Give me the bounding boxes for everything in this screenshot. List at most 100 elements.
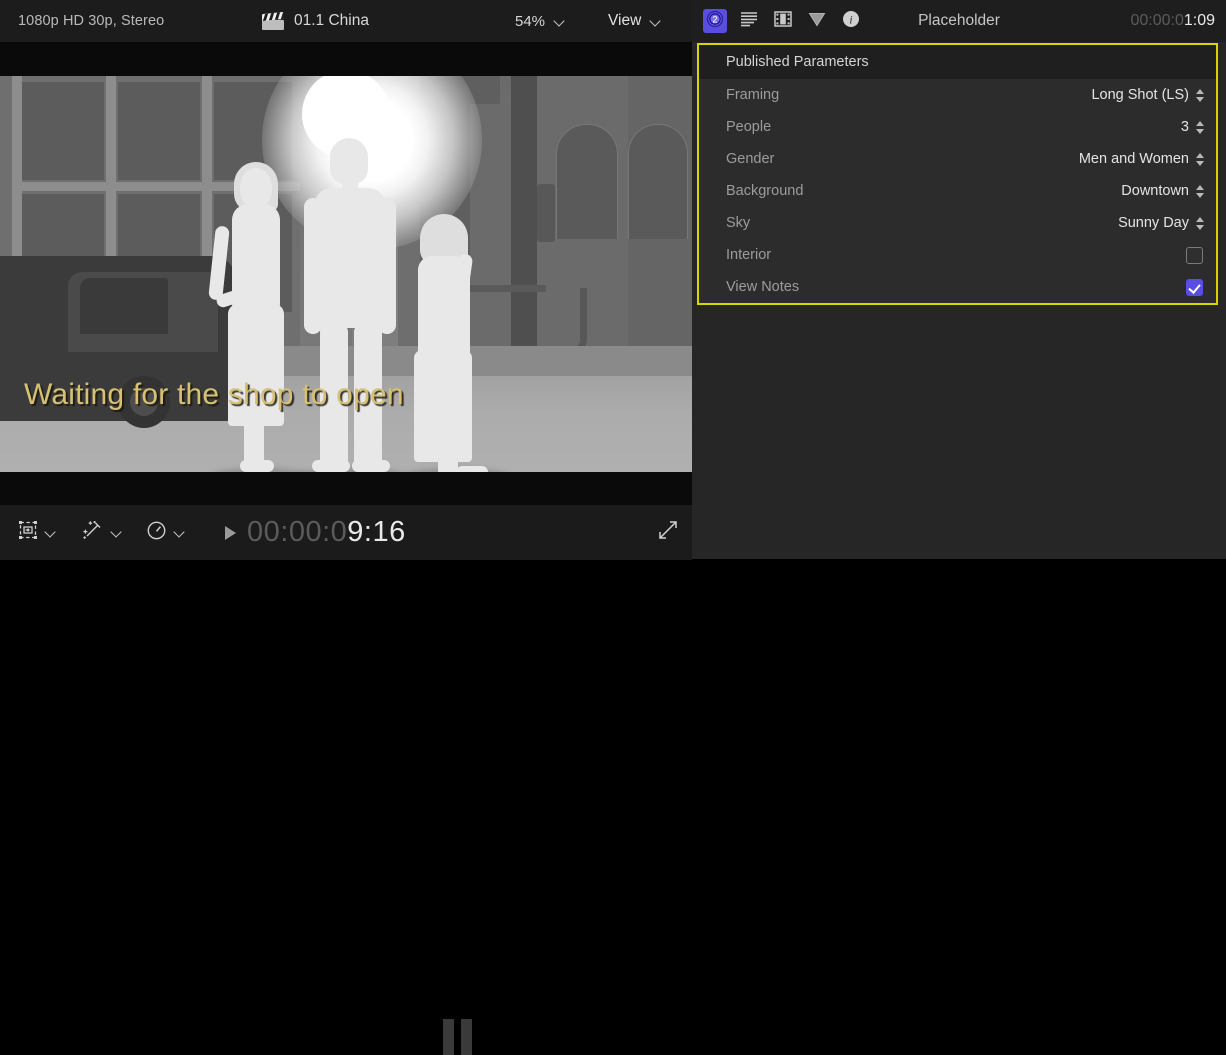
param-value: Men and Women [1079, 151, 1189, 167]
param-label: Background [726, 183, 803, 199]
person-2-arm-right [378, 198, 396, 334]
param-row-view-notes[interactable]: View Notes [699, 271, 1216, 303]
chevron-down-icon [650, 16, 661, 27]
clip-name-group: 01.1 China [262, 0, 369, 42]
chevron-down-icon[interactable] [45, 527, 56, 538]
pause-bars-icon[interactable] [443, 1019, 473, 1055]
play-triangle-icon [225, 526, 236, 540]
tab-info[interactable]: i [839, 9, 863, 33]
param-label: Sky [726, 215, 750, 231]
transform-tool-button[interactable] [18, 505, 56, 560]
inspector-toolbar: 2 [692, 0, 1226, 42]
text-lines-icon [739, 10, 759, 33]
param-value: 3 [1181, 119, 1189, 135]
tab-video[interactable] [771, 9, 795, 33]
param-label: Framing [726, 87, 779, 103]
person-1-face [240, 168, 272, 208]
tab-generator[interactable]: 2 [703, 9, 727, 33]
pole-signal-box [537, 184, 555, 242]
person-2-foot-right [352, 460, 390, 472]
zoom-level-label: 54% [515, 13, 545, 30]
person-2-torso [314, 188, 386, 328]
enhance-tool-button[interactable] [82, 505, 122, 560]
param-row-framing[interactable]: Framing Long Shot (LS) [699, 79, 1216, 111]
tab-color[interactable] [805, 9, 829, 33]
param-popup-people[interactable]: 3 [1181, 119, 1205, 135]
person-2-foot-left [312, 460, 350, 472]
svg-text:i: i [849, 14, 852, 26]
view-notes-checkbox[interactable] [1186, 279, 1203, 296]
speedometer-icon [146, 520, 167, 546]
section-header: Published Parameters [699, 45, 1216, 79]
param-popup-sky[interactable]: Sunny Day [1118, 215, 1205, 231]
color-triangle-icon [807, 9, 827, 34]
view-menu-button[interactable]: View [608, 0, 661, 42]
chevron-down-icon[interactable] [174, 527, 185, 538]
person-2-arm-left [304, 198, 322, 334]
stepper-arrows-icon[interactable] [1196, 120, 1205, 135]
param-label: View Notes [726, 279, 799, 295]
viewer-window: 1080p HD 30p, Stereo 01.1 China 54% View [0, 0, 1226, 559]
zoom-level-menu[interactable]: 54% [515, 0, 565, 42]
generator-badge-icon: 2 [705, 9, 725, 34]
video-frame[interactable]: Waiting for the shop to open [0, 76, 692, 472]
stepper-arrows-icon[interactable] [1196, 152, 1205, 167]
inspector-tabs: 2 [703, 0, 863, 42]
person-1-leg [244, 406, 264, 468]
inspector-pane: 2 [692, 0, 1226, 559]
arch-window-1 [556, 124, 618, 239]
param-label: People [726, 119, 771, 135]
param-value: Sunny Day [1118, 215, 1189, 231]
timecode-dim: 00:00:0 [1130, 12, 1183, 30]
film-strip-icon [773, 9, 793, 34]
clip-name-label: 01.1 China [294, 12, 369, 30]
clip-format-label: 1080p HD 30p, Stereo [18, 0, 164, 42]
viewer-pane: 1080p HD 30p, Stereo 01.1 China 54% View [0, 0, 692, 559]
info-circle-icon: i [841, 9, 861, 34]
stepper-arrows-icon[interactable] [1196, 88, 1205, 103]
param-value: Downtown [1121, 183, 1189, 199]
param-row-sky[interactable]: Sky Sunny Day [699, 207, 1216, 239]
viewer-bottom-toolbar: 00:00:09:16 [0, 504, 692, 560]
person-1-foot [240, 460, 274, 472]
person-3-arm [456, 272, 470, 358]
person-3-foot [456, 466, 488, 472]
param-value: Long Shot (LS) [1091, 87, 1189, 103]
playhead-timecode[interactable]: 00:00:09:16 [225, 505, 406, 560]
chevron-down-icon[interactable] [111, 527, 122, 538]
stepper-arrows-icon[interactable] [1196, 184, 1205, 199]
param-row-interior[interactable]: Interior [699, 239, 1216, 271]
chevron-down-icon [554, 16, 565, 27]
timecode-lit: 9:16 [347, 516, 405, 548]
viewer-top-toolbar: 1080p HD 30p, Stereo 01.1 China 54% View [0, 0, 692, 42]
timecode-lit: 1:09 [1184, 12, 1215, 30]
arch-window-2 [628, 124, 688, 239]
van-window [80, 278, 168, 334]
pole-arm [462, 285, 546, 292]
viewer-stage: Waiting for the shop to open [0, 42, 692, 504]
published-parameters-panel: Published Parameters Framing Long Shot (… [697, 43, 1218, 305]
person-3-leg [438, 428, 458, 472]
param-popup-framing[interactable]: Long Shot (LS) [1091, 87, 1205, 103]
param-label: Gender [726, 151, 774, 167]
param-row-background[interactable]: Background Downtown [699, 175, 1216, 207]
param-popup-background[interactable]: Downtown [1121, 183, 1205, 199]
inspector-timecode: 00:00:01:09 [1130, 0, 1215, 42]
param-popup-gender[interactable]: Men and Women [1079, 151, 1205, 167]
expand-arrows-icon [657, 519, 679, 546]
param-row-people[interactable]: People 3 [699, 111, 1216, 143]
stepper-arrows-icon[interactable] [1196, 216, 1205, 231]
param-label: Interior [726, 247, 771, 263]
clapperboard-icon [262, 13, 284, 30]
timecode-dim: 00:00:0 [247, 516, 347, 548]
subtitle-overlay: Waiting for the shop to open [24, 378, 404, 412]
retime-tool-button[interactable] [146, 505, 185, 560]
magic-wand-icon [82, 520, 104, 545]
interior-checkbox[interactable] [1186, 247, 1203, 264]
tab-text[interactable] [737, 9, 761, 33]
fullscreen-button[interactable] [657, 505, 679, 560]
svg-text:2: 2 [712, 14, 717, 24]
transform-tool-icon [18, 520, 38, 545]
param-row-gender[interactable]: Gender Men and Women [699, 143, 1216, 175]
view-menu-label: View [608, 12, 641, 30]
